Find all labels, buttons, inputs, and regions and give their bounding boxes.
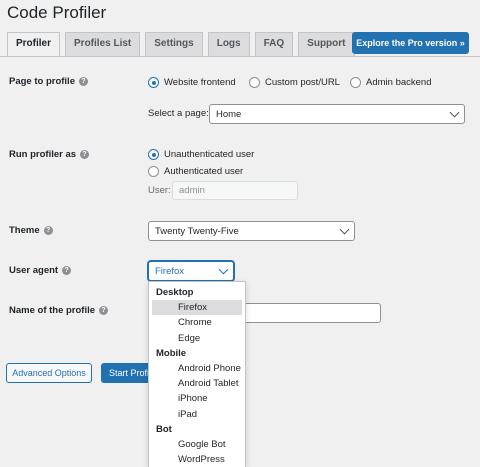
tab-settings[interactable]: Settings — [145, 32, 203, 56]
advanced-options-button[interactable]: Advanced Options — [6, 363, 92, 383]
tab-bar: Profiler Profiles List Settings Logs FAQ… — [7, 32, 360, 57]
radio-button-checked-icon — [148, 149, 159, 160]
radio-label: Admin backend — [366, 77, 432, 88]
explore-pro-button[interactable]: Explore the Pro version » — [352, 32, 469, 54]
run-profiler-as-row: Run profiler as? — [9, 149, 90, 160]
user-agent-dropdown-list: Desktop Firefox Chrome Edge Mobile Andro… — [148, 281, 246, 467]
page-select-value: Home — [216, 108, 242, 120]
option-android-phone[interactable]: Android Phone — [152, 361, 242, 376]
theme-select[interactable]: Twenty Twenty-Five — [148, 221, 355, 241]
theme-select-value: Twenty Twenty-Five — [155, 225, 239, 237]
optgroup-desktop: Desktop — [156, 287, 194, 298]
user-agent-row: User agent? — [9, 265, 72, 276]
option-wordpress[interactable]: WordPress — [152, 452, 242, 467]
tabs-divider — [0, 56, 480, 57]
option-ipad[interactable]: iPad — [152, 407, 242, 422]
tab-faq[interactable]: FAQ — [254, 32, 294, 56]
user-agent-select[interactable]: Firefox — [148, 261, 234, 281]
radio-label: Custom post/URL — [265, 77, 340, 88]
radio-button-checked-icon — [148, 77, 159, 88]
radio-unauthenticated-user[interactable]: Unauthenticated user — [148, 149, 254, 160]
chevron-down-icon — [449, 107, 460, 118]
option-edge[interactable]: Edge — [152, 331, 242, 346]
radio-label: Website frontend — [164, 77, 236, 88]
tab-logs[interactable]: Logs — [207, 32, 250, 56]
help-icon[interactable]: ? — [80, 149, 90, 159]
help-icon[interactable]: ? — [99, 305, 109, 315]
user-field: admin — [172, 181, 298, 200]
page-to-profile-label: Page to profile — [9, 76, 75, 87]
chevron-down-icon — [218, 264, 229, 275]
radio-button-icon — [249, 77, 260, 88]
help-icon[interactable]: ? — [43, 225, 53, 235]
option-google-bot[interactable]: Google Bot — [152, 437, 242, 452]
page-to-profile-row: Page to profile? — [9, 76, 88, 87]
option-iphone[interactable]: iPhone — [152, 391, 242, 406]
radio-website-frontend[interactable]: Website frontend — [148, 77, 236, 88]
profile-name-label: Name of the profile — [9, 305, 96, 316]
radio-admin-backend[interactable]: Admin backend — [350, 77, 431, 88]
radio-label: Unauthenticated user — [164, 149, 255, 160]
radio-custom-post-url[interactable]: Custom post/URL — [249, 77, 340, 88]
page-title: Code Profiler — [7, 3, 107, 22]
help-icon[interactable]: ? — [62, 265, 72, 275]
chevron-down-icon — [339, 224, 350, 235]
theme-label: Theme — [9, 225, 40, 236]
run-profiler-as-label: Run profiler as — [9, 149, 77, 160]
option-android-tablet[interactable]: Android Tablet — [152, 376, 242, 391]
help-icon[interactable]: ? — [78, 76, 88, 86]
theme-row: Theme? — [9, 225, 53, 236]
radio-button-icon — [350, 77, 361, 88]
user-field-placeholder: admin — [179, 185, 205, 196]
select-page-label: Select a page: — [148, 108, 209, 119]
radio-button-icon — [148, 166, 159, 177]
optgroup-mobile: Mobile — [156, 347, 187, 359]
profile-name-row: Name of the profile? — [9, 305, 109, 316]
user-agent-label: User agent — [9, 265, 59, 276]
option-chrome[interactable]: Chrome — [152, 315, 242, 330]
radio-authenticated-user[interactable]: Authenticated user — [148, 166, 243, 177]
option-firefox[interactable]: Firefox — [152, 300, 242, 316]
tab-support[interactable]: Support — [298, 32, 355, 56]
tab-profiler[interactable]: Profiler — [7, 32, 61, 57]
radio-label: Authenticated user — [164, 166, 244, 177]
optgroup-bot: Bot — [156, 423, 172, 435]
tab-profiles-list[interactable]: Profiles List — [65, 32, 141, 56]
user-label: User: — [148, 185, 171, 196]
page-select[interactable]: Home — [209, 104, 465, 124]
user-agent-select-value: Firefox — [155, 265, 185, 277]
